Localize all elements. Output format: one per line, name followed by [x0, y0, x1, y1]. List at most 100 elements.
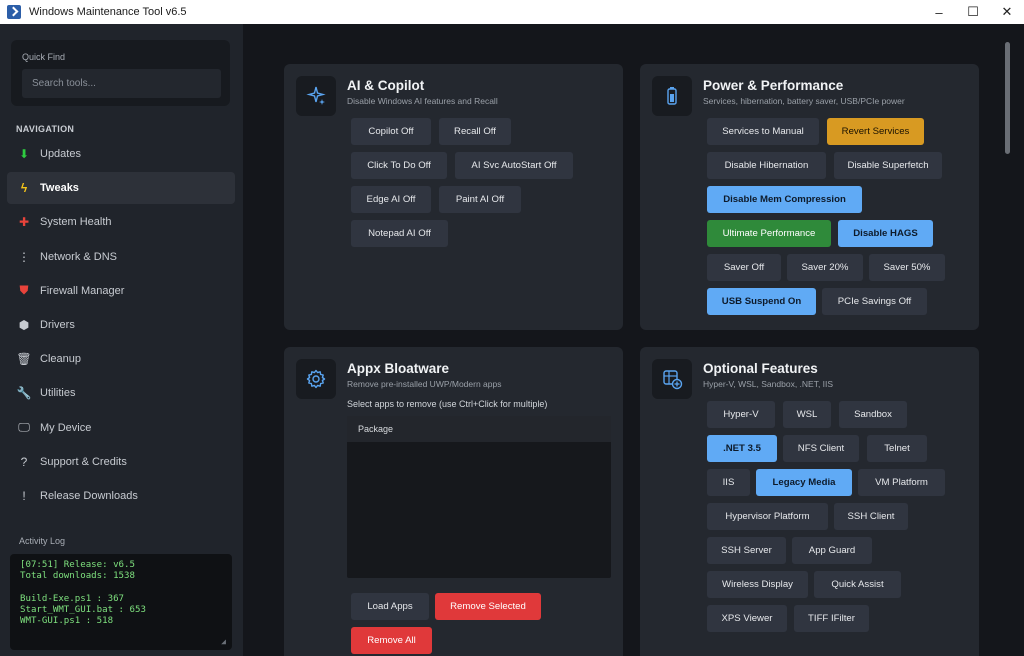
- wrench-icon: 🔧: [16, 386, 32, 401]
- wireless-display-button[interactable]: Wireless Display: [707, 571, 808, 598]
- maximize-button[interactable]: ☐: [956, 0, 990, 24]
- click-to-do-off-button[interactable]: Click To Do Off: [351, 152, 447, 179]
- telnet-button[interactable]: Telnet: [867, 435, 927, 462]
- xps-viewer-button[interactable]: XPS Viewer: [707, 605, 787, 632]
- disable-hags-button[interactable]: Disable HAGS: [838, 220, 933, 247]
- close-button[interactable]: ✕: [990, 0, 1024, 24]
- lightning-icon: ϟ: [20, 181, 28, 196]
- title-bar: Windows Maintenance Tool v6.5 – ☐ ✕: [0, 0, 1024, 24]
- package-list[interactable]: Package: [347, 416, 611, 578]
- sidebar-item-updates[interactable]: ⬇ Updates: [7, 138, 235, 170]
- card-title: Power & Performance: [703, 78, 844, 93]
- sidebar-item-cleanup[interactable]: 🗑 Cleanup: [7, 343, 235, 375]
- sidebar-item-my-device[interactable]: 🖵 My Device: [7, 412, 235, 444]
- health-cross-icon: ✚: [18, 215, 30, 230]
- saver-50-button[interactable]: Saver 50%: [869, 254, 945, 281]
- optional-features-card: Optional Features Hyper-V, WSL, Sandbox,…: [640, 347, 979, 656]
- gear-icon: [296, 359, 336, 399]
- paint-ai-off-button[interactable]: Paint AI Off: [439, 186, 521, 213]
- download-icon: ⬇: [18, 147, 30, 161]
- iis-button[interactable]: IIS: [707, 469, 750, 496]
- sidebar-item-firewall-manager[interactable]: ⛊ Firewall Manager: [7, 275, 235, 307]
- disable-superfetch-button[interactable]: Disable Superfetch: [834, 152, 942, 179]
- window-title: Windows Maintenance Tool v6.5: [29, 6, 187, 18]
- resize-grip-icon[interactable]: ◢: [221, 636, 226, 647]
- search-input[interactable]: [22, 69, 221, 98]
- pcie-savings-off-button[interactable]: PCIe Savings Off: [822, 288, 927, 315]
- sidebar-item-system-health[interactable]: ✚ System Health: [7, 206, 235, 238]
- ssh-client-button[interactable]: SSH Client: [834, 503, 908, 530]
- quick-find-panel: Quick Find: [11, 40, 230, 106]
- sidebar-item-network-dns[interactable]: ⋮ Network & DNS: [7, 241, 235, 273]
- services-to-manual-button[interactable]: Services to Manual: [707, 118, 819, 145]
- hyper-v-button[interactable]: Hyper-V: [707, 401, 775, 428]
- activity-log[interactable]: [07:51] Release: v6.5 Total downloads: 1…: [10, 554, 232, 650]
- sidebar-item-label: Drivers: [40, 318, 75, 331]
- ai-svc-autostart-off-button[interactable]: AI Svc AutoStart Off: [455, 152, 573, 179]
- card-subtitle: Services, hibernation, battery saver, US…: [703, 96, 905, 106]
- sidebar-item-utilities[interactable]: 🔧 Utilities: [7, 377, 235, 409]
- sidebar-item-release-downloads[interactable]: ! Release Downloads: [7, 480, 235, 512]
- add-feature-icon: [652, 359, 692, 399]
- ai-copilot-card: AI & Copilot Disable Windows AI features…: [284, 64, 623, 330]
- saver-off-button[interactable]: Saver Off: [707, 254, 781, 281]
- sidebar-item-label: Cleanup: [40, 353, 81, 366]
- sidebar-item-label: My Device: [40, 421, 92, 434]
- card-title: Appx Bloatware: [347, 361, 450, 376]
- sidebar-item-label: Tweaks: [40, 182, 79, 195]
- info-icon: !: [22, 488, 26, 503]
- notepad-ai-off-button[interactable]: Notepad AI Off: [351, 220, 448, 247]
- main-scrollbar[interactable]: [1005, 42, 1010, 154]
- disable-mem-compression-button[interactable]: Disable Mem Compression: [707, 186, 862, 213]
- navigation-heading: NAVIGATION: [16, 124, 75, 134]
- wsl-button[interactable]: WSL: [783, 401, 831, 428]
- sandbox-button[interactable]: Sandbox: [839, 401, 907, 428]
- sidebar-item-tweaks[interactable]: ϟ Tweaks: [7, 172, 235, 205]
- powershell-icon: [7, 5, 21, 19]
- appx-bloatware-card: Appx Bloatware Remove pre-installed UWP/…: [284, 347, 623, 656]
- activity-log-text: [07:51] Release: v6.5 Total downloads: 1…: [20, 560, 146, 627]
- quick-assist-button[interactable]: Quick Assist: [814, 571, 901, 598]
- sidebar-item-label: Support & Credits: [40, 455, 127, 468]
- app-guard-button[interactable]: App Guard: [792, 537, 872, 564]
- load-apps-button[interactable]: Load Apps: [351, 593, 429, 620]
- tiff-ifilter-button[interactable]: TIFF IFilter: [794, 605, 869, 632]
- select-instructions: Select apps to remove (use Ctrl+Click fo…: [347, 399, 548, 409]
- recall-off-button[interactable]: Recall Off: [439, 118, 511, 145]
- disable-hibernation-button[interactable]: Disable Hibernation: [707, 152, 826, 179]
- vm-platform-button[interactable]: VM Platform: [858, 469, 945, 496]
- main-content: AI & Copilot Disable Windows AI features…: [243, 24, 1024, 656]
- sidebar: Quick Find NAVIGATION ⬇ Updates ϟ Tweaks ✚ Sy…: [0, 24, 243, 656]
- sidebar-item-label: System Health: [40, 216, 112, 229]
- sidebar-item-label: Firewall Manager: [40, 284, 125, 297]
- sparkle-icon: [296, 76, 336, 116]
- edge-ai-off-button[interactable]: Edge AI Off: [351, 186, 431, 213]
- hypervisor-platform-button[interactable]: Hypervisor Platform: [707, 503, 828, 530]
- network-icon: ⋮: [18, 249, 30, 264]
- minimize-button[interactable]: –: [922, 0, 956, 24]
- remove-all-button[interactable]: Remove All: [351, 627, 432, 654]
- legacy-media-button[interactable]: Legacy Media: [756, 469, 852, 496]
- sidebar-item-drivers[interactable]: ⬢ Drivers: [7, 309, 235, 341]
- trash-icon: 🗑: [16, 352, 32, 367]
- card-subtitle: Hyper-V, WSL, Sandbox, .NET, IIS: [703, 379, 834, 389]
- sidebar-item-label: Network & DNS: [40, 250, 118, 263]
- power-performance-card: Power & Performance Services, hibernatio…: [640, 64, 979, 330]
- card-title: Optional Features: [703, 361, 818, 376]
- remove-selected-button[interactable]: Remove Selected: [435, 593, 541, 620]
- ssh-server-button[interactable]: SSH Server: [707, 537, 786, 564]
- saver-20-button[interactable]: Saver 20%: [787, 254, 863, 281]
- card-subtitle: Remove pre-installed UWP/Modern apps: [347, 379, 502, 389]
- card-title: AI & Copilot: [347, 78, 425, 93]
- net-3-5-button[interactable]: .NET 3.5: [707, 435, 777, 462]
- revert-services-button[interactable]: Revert Services: [827, 118, 924, 145]
- sidebar-item-label: Updates: [40, 148, 81, 160]
- monitor-icon: 🖵: [18, 420, 30, 434]
- ultimate-performance-button[interactable]: Ultimate Performance: [707, 220, 831, 247]
- drivers-icon: ⬢: [18, 317, 30, 332]
- sidebar-item-support-credits[interactable]: ? Support & Credits: [7, 446, 235, 478]
- usb-suspend-on-button[interactable]: USB Suspend On: [707, 288, 816, 315]
- nfs-client-button[interactable]: NFS Client: [783, 435, 859, 462]
- package-column-header[interactable]: Package: [347, 416, 611, 442]
- copilot-off-button[interactable]: Copilot Off: [351, 118, 431, 145]
